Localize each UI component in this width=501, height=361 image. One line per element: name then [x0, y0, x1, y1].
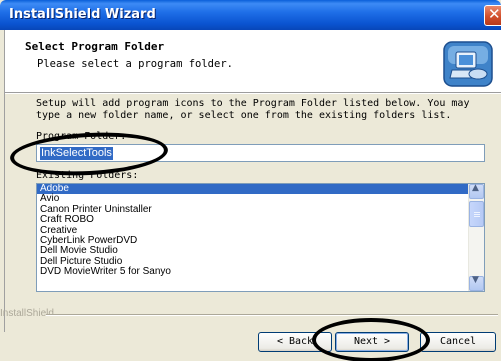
wizard-header: Select Program Folder Please select a pr…	[4, 30, 501, 92]
list-item[interactable]: DVD MovieWriter 5 for Sanyo	[37, 266, 484, 277]
header-divider	[4, 92, 501, 94]
page-subtitle: Please select a program folder.	[37, 58, 233, 70]
computer-install-icon	[443, 41, 493, 87]
list-item[interactable]: Adobe	[37, 184, 484, 195]
highlight-ellipse-folder	[9, 128, 169, 180]
close-button[interactable]: ✕	[484, 5, 501, 26]
page-title: Select Program Folder	[25, 40, 165, 53]
close-icon: ✕	[488, 5, 501, 23]
highlight-ellipse-next	[312, 318, 430, 361]
body-border	[4, 92, 5, 332]
scroll-down-button[interactable]: ▼	[469, 275, 484, 291]
installshield-wizard-window: InstallShield Wizard ✕ Select Program Fo…	[0, 0, 501, 361]
footer-divider	[46, 314, 498, 316]
title-bar[interactable]: InstallShield Wizard ✕	[0, 0, 501, 30]
vertical-scrollbar[interactable]: ▲ ▼	[468, 184, 484, 291]
arrow-down-icon: ▼	[472, 275, 479, 285]
scroll-thumb[interactable]	[469, 201, 484, 227]
list-item[interactable]: Canon Printer Uninstaller	[37, 204, 484, 215]
existing-folders-list[interactable]: Adobe Avio Canon Printer Uninstaller Cra…	[36, 183, 485, 292]
arrow-up-icon: ▲	[472, 183, 479, 193]
scroll-up-button[interactable]: ▲	[469, 184, 484, 199]
window-title: InstallShield Wizard	[9, 7, 156, 22]
instructions-text: Setup will add program icons to the Prog…	[36, 98, 470, 121]
cancel-button[interactable]: Cancel	[420, 332, 496, 352]
list-item[interactable]: Craft ROBO	[37, 214, 484, 225]
